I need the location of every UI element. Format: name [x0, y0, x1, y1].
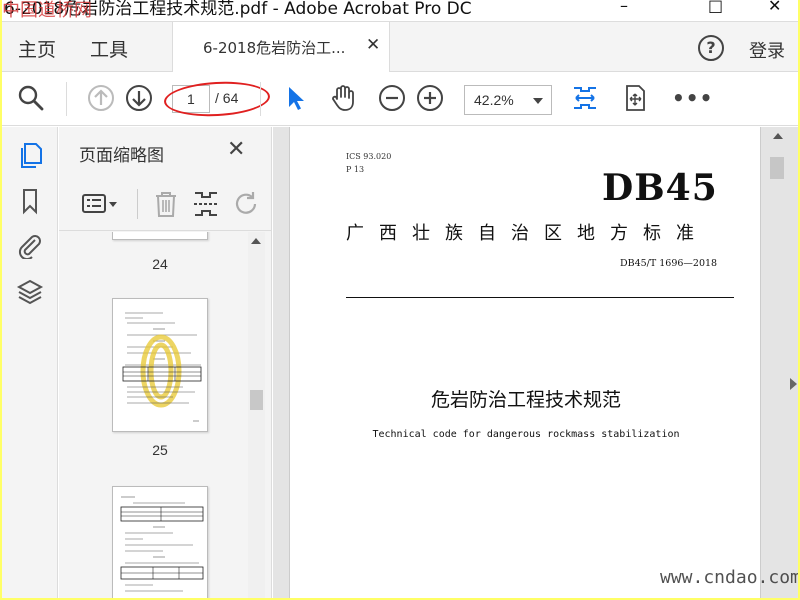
thumbnail-preview: [120, 496, 204, 592]
chevron-down-icon: [533, 98, 543, 104]
page-thumbnail[interactable]: [112, 232, 208, 240]
p-code: P 13: [346, 165, 365, 174]
document-title-en: Technical code for dangerous rockmass st…: [372, 429, 680, 440]
page-thumbnails-icon[interactable]: [16, 141, 44, 169]
acrobat-window: 6-2018危岩防治工程技术规范.pdf - Adobe Acrobat Pro…: [2, 0, 798, 598]
extract-page-icon[interactable]: [191, 189, 221, 219]
page-thumbnail[interactable]: [112, 298, 208, 432]
page-thumbnail[interactable]: [112, 486, 208, 598]
layers-icon[interactable]: [16, 277, 44, 305]
tab-close-icon[interactable]: ✕: [366, 35, 380, 55]
scroll-up-icon[interactable]: [773, 133, 783, 139]
help-icon[interactable]: ?: [698, 35, 724, 61]
zoom-in-icon[interactable]: [415, 83, 445, 113]
title-bar: 6-2018危岩防治工程技术规范.pdf - Adobe Acrobat Pro…: [2, 0, 798, 22]
previous-page-icon[interactable]: [86, 83, 116, 113]
panel-title: 页面缩略图: [79, 146, 164, 166]
page-thumbnail-label: 24: [152, 256, 168, 272]
select-cursor-icon[interactable]: [280, 83, 310, 113]
thumbnail-scrollbar[interactable]: [248, 232, 265, 598]
fit-page-icon[interactable]: [570, 83, 600, 113]
expand-right-panel-icon[interactable]: [790, 378, 797, 390]
next-page-icon[interactable]: [124, 83, 154, 113]
standard-category: 广西壮族自治区地方标准: [346, 223, 709, 244]
page-thumbnail-label: 25: [152, 442, 168, 458]
tools-tab[interactable]: 工具: [90, 35, 128, 62]
scrollbar-thumb[interactable]: [770, 157, 784, 179]
zoom-level-select[interactable]: 42.2%: [464, 85, 552, 115]
home-tab[interactable]: 主页: [18, 35, 56, 62]
standard-code: DB45: [602, 167, 718, 209]
page-total: / 64: [215, 90, 239, 106]
thumbnail-preview: [122, 312, 202, 422]
pdf-page: ICS 93.020 P 13 DB45 广西壮族自治区地方标准 DB45/T …: [289, 127, 761, 598]
scroll-up-icon[interactable]: [251, 238, 261, 244]
watermark-bottom-right: www.cndao.com: [660, 567, 798, 588]
page-number-input[interactable]: 1: [172, 85, 210, 113]
zoom-value: 42.2%: [474, 92, 514, 108]
horizontal-rule: [346, 297, 734, 298]
thumbnail-options-icon[interactable]: [81, 189, 121, 219]
panel-toolbar: [59, 179, 272, 231]
standard-number: DB45/T 1696—2018: [620, 258, 718, 269]
bookmark-icon[interactable]: [16, 187, 44, 215]
panel-toolbar-divider: [137, 189, 138, 219]
scrollbar-thumb[interactable]: [250, 390, 263, 410]
main-toolbar: 1 / 64 42.2% •••: [2, 72, 798, 126]
delete-page-icon[interactable]: [151, 189, 181, 219]
thumbnail-list: 24 25: [59, 232, 249, 598]
toolbar-divider: [260, 82, 261, 116]
minimize-button[interactable]: –: [620, 0, 628, 15]
hand-tool-icon[interactable]: [328, 83, 358, 113]
document-tab-label: 6-2018危岩防治工...: [203, 39, 346, 57]
zoom-out-icon[interactable]: [377, 83, 407, 113]
rotate-page-icon[interactable]: [231, 189, 261, 219]
more-options-icon[interactable]: •••: [672, 86, 713, 110]
watermark-top-left: 中国道桥网: [2, 0, 92, 21]
login-button[interactable]: 登录: [749, 37, 785, 63]
ics-code: ICS 93.020: [346, 152, 392, 161]
maximize-button[interactable]: □: [708, 0, 723, 15]
document-title-cn: 危岩防治工程技术规范: [430, 389, 621, 411]
attachment-icon[interactable]: [16, 231, 44, 259]
document-viewport[interactable]: ICS 93.020 P 13 DB45 广西壮族自治区地方标准 DB45/T …: [273, 127, 798, 598]
menu-tab-bar: 主页 工具 6-2018危岩防治工... ✕ ? 登录: [2, 22, 798, 72]
toolbar-divider: [66, 82, 67, 116]
close-window-button[interactable]: ✕: [768, 0, 781, 15]
document-scrollbar[interactable]: [768, 127, 798, 598]
document-tab[interactable]: 6-2018危岩防治工... ✕: [172, 22, 390, 72]
panel-close-icon[interactable]: ✕: [227, 137, 245, 162]
navigation-rail: [2, 127, 58, 598]
full-screen-icon[interactable]: [620, 83, 650, 113]
search-icon[interactable]: [16, 83, 46, 113]
thumbnails-panel: 页面缩略图 ✕ 24 25: [59, 127, 272, 598]
